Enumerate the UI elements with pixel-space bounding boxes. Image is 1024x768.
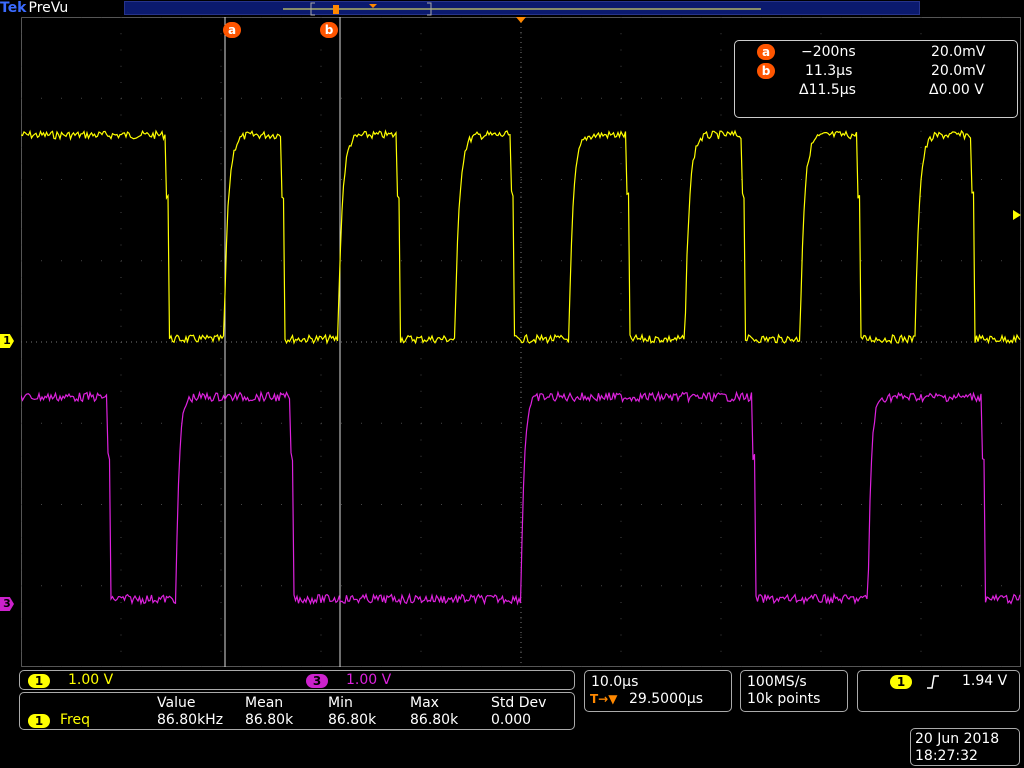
date-label: 20 Jun 2018	[915, 731, 1000, 747]
meas-stddev: 0.000	[491, 712, 532, 728]
trigger-position-marker	[516, 17, 526, 23]
sample-rate: 100MS/s	[747, 674, 807, 690]
timebase-scale[interactable]: 10.0µs	[591, 674, 638, 690]
meas-header-max: Max	[410, 695, 439, 711]
meas-header-mean: Mean	[245, 695, 284, 711]
rising-edge-icon	[927, 675, 939, 689]
record-length: 10k points	[747, 691, 821, 707]
ch3-badge[interactable]: 3	[306, 674, 328, 688]
meas-name: Freq	[60, 712, 90, 728]
acquisition-panel[interactable]: 100MS/s 10k points	[740, 670, 848, 712]
time-label: 18:27:32	[915, 748, 978, 764]
meas-max: 86.80k	[410, 712, 459, 728]
channel-scale-bar[interactable]: 1 1.00 V 3 1.00 V	[19, 670, 575, 690]
meas-value: 86.80kHz	[157, 712, 224, 728]
cursor-b-time: 11.3µs	[805, 63, 853, 79]
trigger-panel[interactable]: 1 1.94 V	[857, 670, 1020, 712]
meas-channel-badge: 1	[28, 714, 50, 728]
readout-b-icon: b	[757, 63, 775, 79]
timebase-panel[interactable]: 10.0µs T→▼ 29.5000µs	[584, 670, 732, 712]
measurement-panel[interactable]: Value Mean Min Max Std Dev 1 Freq 86.80k…	[19, 692, 575, 730]
ch1-scale[interactable]: 1.00 V	[68, 672, 113, 688]
cursor-a-time: −200ns	[801, 44, 856, 60]
cursor-b-tag[interactable]: b	[320, 22, 338, 38]
meas-min: 86.80k	[328, 712, 377, 728]
trigger-level-marker	[1013, 210, 1021, 220]
meas-mean: 86.80k	[245, 712, 294, 728]
delay-icon: T→▼	[590, 692, 618, 706]
cursor-a-value: 20.0mV	[931, 44, 986, 60]
cursor-a-tag[interactable]: a	[223, 22, 241, 38]
cursor-delta-time: Δ11.5µs	[799, 82, 856, 98]
ch3-ground-marker[interactable]: 3	[0, 597, 14, 611]
timebase-position[interactable]: 29.5000µs	[629, 691, 703, 707]
meas-header-value: Value	[157, 695, 196, 711]
ch1-ground-marker[interactable]: 1	[0, 334, 14, 348]
readout-a-icon: a	[757, 44, 775, 60]
cursor-readout: a −200ns 20.0mV b 11.3µs 20.0mV Δ11.5µs …	[734, 40, 1018, 118]
ch3-scale[interactable]: 1.00 V	[346, 672, 391, 688]
ch1-badge[interactable]: 1	[28, 674, 50, 688]
meas-header-stddev: Std Dev	[491, 695, 547, 711]
brand-label: Tek PreVu	[0, 0, 68, 16]
record-view-bar[interactable]	[124, 1, 920, 16]
acq-mode-label: PreVu	[28, 0, 69, 16]
record-view-graphic	[283, 2, 761, 16]
trigger-source-badge[interactable]: 1	[890, 675, 912, 689]
cursor-delta-value: Δ0.00 V	[929, 82, 984, 98]
trigger-level[interactable]: 1.94 V	[962, 673, 1007, 689]
meas-header-min: Min	[328, 695, 353, 711]
datetime-panel: 20 Jun 2018 18:27:32	[910, 728, 1020, 766]
vendor-logo: Tek	[0, 0, 27, 16]
cursor-b-value: 20.0mV	[931, 63, 986, 79]
